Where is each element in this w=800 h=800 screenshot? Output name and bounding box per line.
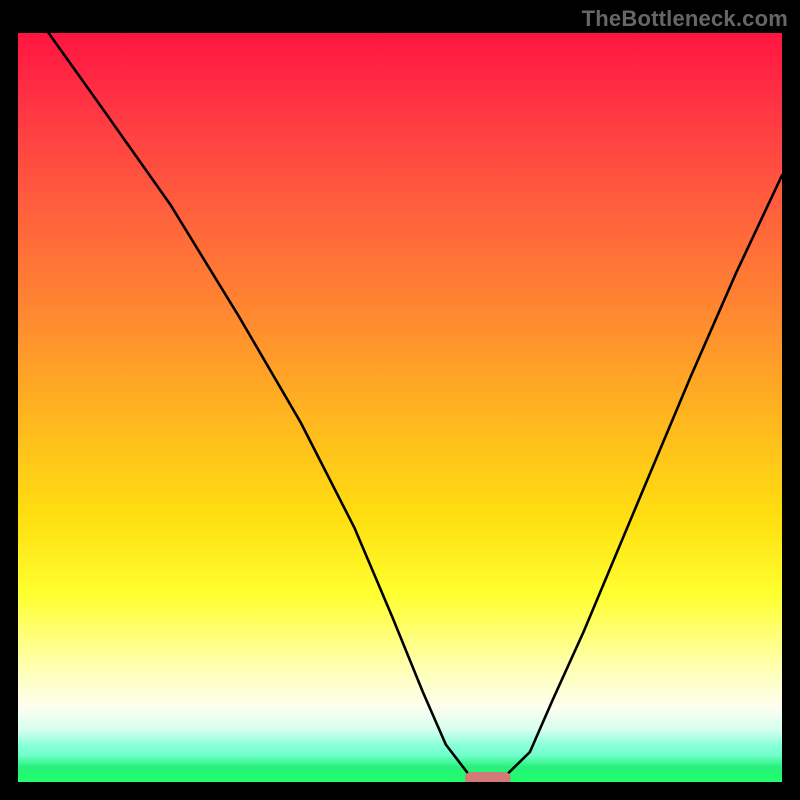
optimal-range-marker: [465, 772, 511, 782]
watermark-text: TheBottleneck.com: [582, 6, 788, 32]
plot-area: [18, 33, 782, 782]
chart-container: TheBottleneck.com: [0, 0, 800, 800]
chart-svg: [18, 33, 782, 782]
bottleneck-curve: [18, 33, 782, 782]
